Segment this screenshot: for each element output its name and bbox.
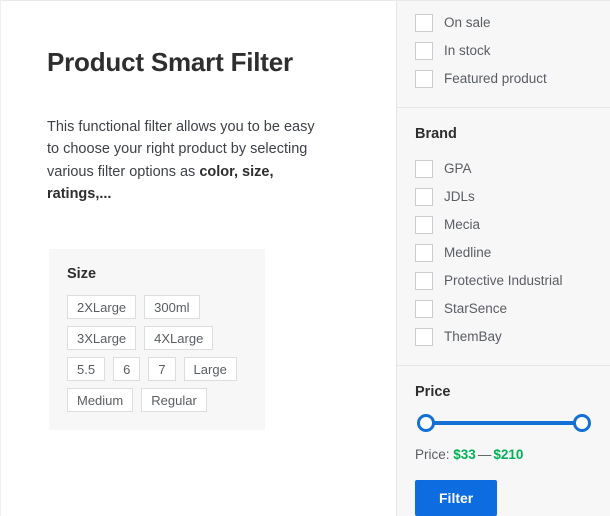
checkbox-label: GPA [444,160,472,178]
size-option[interactable]: 7 [148,357,175,381]
size-option[interactable]: 5.5 [67,357,105,381]
size-option[interactable]: 3XLarge [67,326,136,350]
checkbox-label: ThemBay [444,328,502,346]
price-widget-title: Price [415,383,593,401]
size-option[interactable]: 2XLarge [67,295,136,319]
checkbox-label: Featured product [444,70,547,88]
checkbox-label: Protective Industrial [444,272,563,290]
filter-page: Product Smart Filter This functional fil… [0,0,610,516]
checkbox-icon[interactable] [415,14,433,32]
checkbox-label: In stock [444,42,491,60]
price-range-label: Price: $33—$210 [415,446,593,464]
price-max-value: $210 [493,447,523,462]
size-option-list: 2XLarge 300ml 3XLarge 4XLarge 5.5 6 7 La… [67,295,257,412]
checkbox-row-jdls[interactable]: JDLs [415,183,593,211]
checkbox-row-featured-product[interactable]: Featured product [415,65,593,93]
brand-filter-widget: Brand GPA JDLs Mecia Medline Protective … [397,107,610,365]
status-filter-widget: On sale In stock Featured product [397,1,610,107]
checkbox-label: StarSence [444,300,507,318]
checkbox-icon[interactable] [415,188,433,206]
filter-submit-button[interactable]: Filter [415,480,497,516]
size-option[interactable]: 4XLarge [144,326,213,350]
page-title: Product Smart Filter [47,46,293,78]
checkbox-icon[interactable] [415,70,433,88]
checkbox-row-medline[interactable]: Medline [415,239,593,267]
price-label-text: Price: [415,447,450,462]
checkbox-label: Medline [444,244,491,262]
checkbox-icon[interactable] [415,216,433,234]
price-slider-handle-max[interactable] [573,414,591,432]
checkbox-row-in-stock[interactable]: In stock [415,37,593,65]
price-min-value: $33 [453,447,476,462]
brand-widget-title: Brand [415,125,593,143]
checkbox-icon[interactable] [415,244,433,262]
price-filter-widget: Price Price: $33—$210 Filter [397,365,610,516]
size-option[interactable]: Regular [141,388,207,412]
checkbox-label: On sale [444,14,491,32]
size-panel-title: Size [67,265,249,283]
checkbox-row-starsence[interactable]: StarSence [415,295,593,323]
checkbox-label: Mecia [444,216,480,234]
intro-paragraph: This functional filter allows you to be … [47,116,327,206]
checkbox-row-mecia[interactable]: Mecia [415,211,593,239]
checkbox-label: JDLs [444,188,475,206]
checkbox-icon[interactable] [415,42,433,60]
intro-text: This functional filter allows you to be … [47,119,315,180]
checkbox-icon[interactable] [415,300,433,318]
checkbox-icon[interactable] [415,272,433,290]
checkbox-row-gpa[interactable]: GPA [415,155,593,183]
size-option[interactable]: Large [184,357,237,381]
checkbox-row-protective-industrial[interactable]: Protective Industrial [415,267,593,295]
price-slider-handle-min[interactable] [417,414,435,432]
price-range-slider[interactable] [417,413,591,433]
checkbox-icon[interactable] [415,328,433,346]
checkbox-row-on-sale[interactable]: On sale [415,9,593,37]
size-option[interactable]: 6 [113,357,140,381]
size-filter-panel: Size 2XLarge 300ml 3XLarge 4XLarge 5.5 6… [49,249,265,430]
size-option[interactable]: Medium [67,388,133,412]
checkbox-icon[interactable] [415,160,433,178]
price-separator: — [476,447,494,462]
price-slider-track[interactable] [424,421,584,425]
filter-sidebar: On sale In stock Featured product Brand … [396,1,610,516]
size-option[interactable]: 300ml [144,295,199,319]
main-content: Product Smart Filter This functional fil… [1,1,396,516]
checkbox-row-thembay[interactable]: ThemBay [415,323,593,351]
